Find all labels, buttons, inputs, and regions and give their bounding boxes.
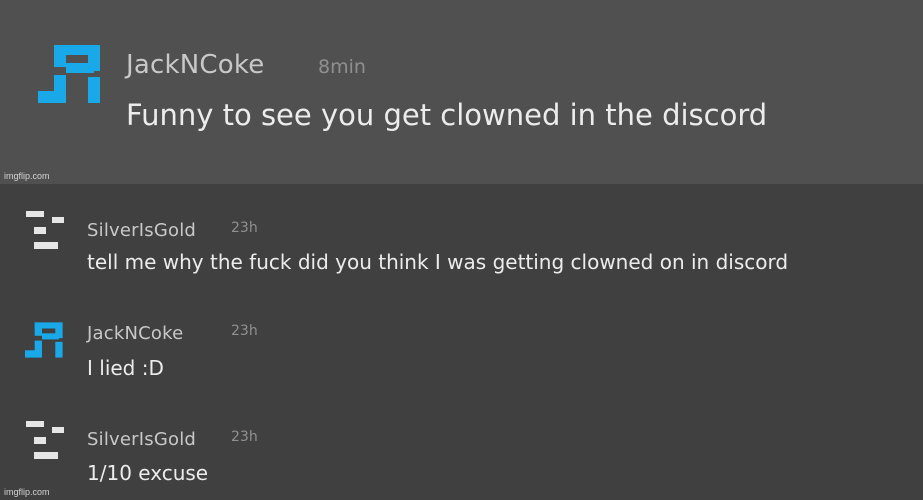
comment-username[interactable]: SilverIsGold bbox=[87, 429, 196, 450]
jr-pixel-avatar-icon[interactable] bbox=[38, 41, 104, 107]
comment-timestamp: 8min bbox=[318, 56, 366, 78]
dash-pixel-avatar-icon[interactable] bbox=[25, 420, 65, 460]
imgflip-watermark: imgflip.com bbox=[4, 171, 50, 181]
comment-text: Funny to see you get clowned in the disc… bbox=[126, 98, 768, 132]
top-comment-panel: JackNCoke 8min Funny to see you get clow… bbox=[0, 0, 923, 184]
comment-timestamp: 23h bbox=[231, 429, 258, 445]
dash-pixel-avatar-icon[interactable] bbox=[25, 210, 65, 250]
comment-username[interactable]: SilverIsGold bbox=[87, 220, 196, 241]
imgflip-watermark: imgflip.com bbox=[4, 487, 50, 497]
comment-username[interactable]: JackNCoke bbox=[126, 50, 264, 80]
comment-timestamp: 23h bbox=[231, 323, 258, 339]
comment-text: 1/10 excuse bbox=[87, 461, 209, 485]
comment-username[interactable]: JackNCoke bbox=[87, 323, 183, 344]
comment-timestamp: 23h bbox=[231, 220, 258, 236]
comment-text: tell me why the fuck did you think I was… bbox=[87, 250, 789, 274]
comment-text: I lied :D bbox=[87, 356, 164, 380]
jr-pixel-avatar-icon[interactable] bbox=[25, 320, 65, 360]
